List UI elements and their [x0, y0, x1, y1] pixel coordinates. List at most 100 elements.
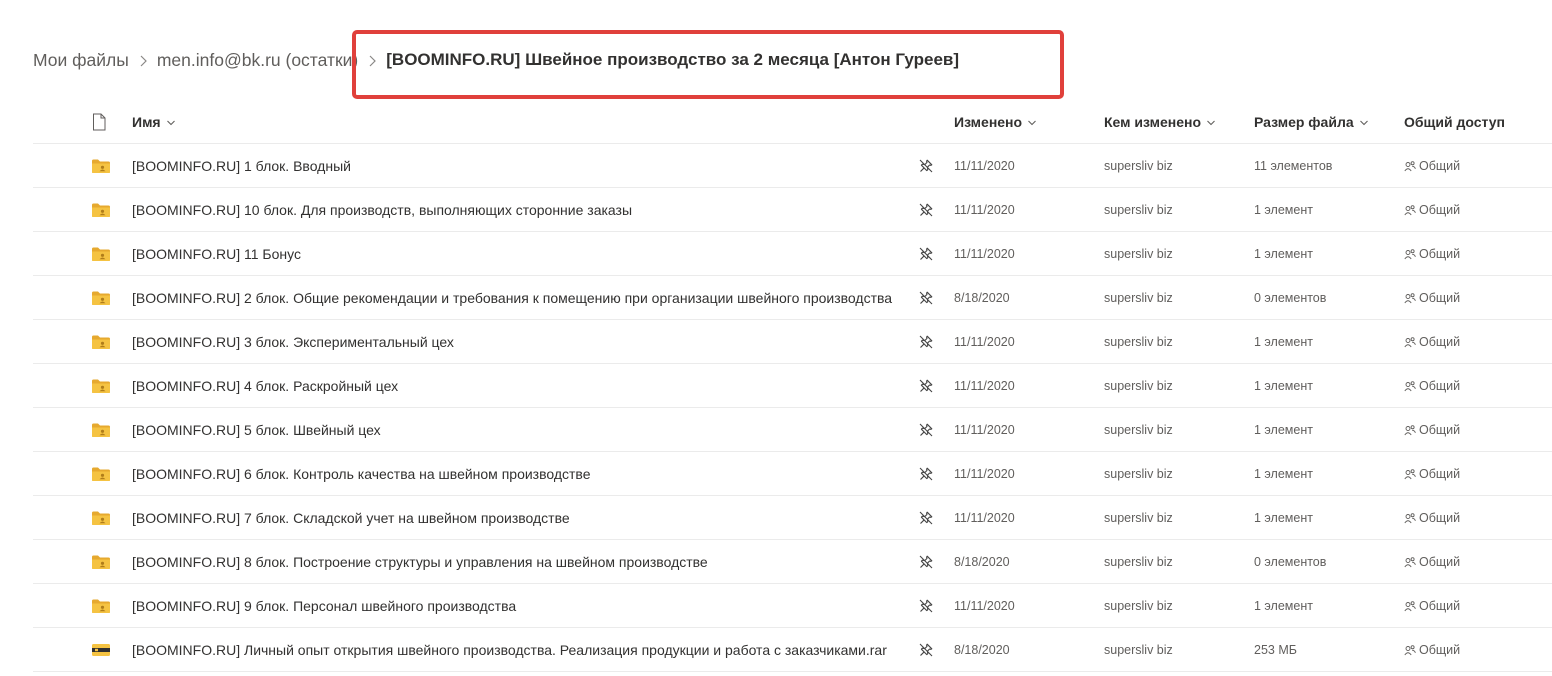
file-list-header: Имя Изменено Кем изменено Размер файла О… [33, 100, 1552, 144]
table-row[interactable]: [BOOMINFO.RU] 8 блок. Построение структу… [33, 540, 1552, 584]
file-name-link[interactable]: [BOOMINFO.RU] 8 блок. Построение структу… [132, 540, 708, 583]
pin-off-icon[interactable] [919, 144, 937, 187]
modified-by: supersliv biz [1104, 202, 1173, 217]
table-row[interactable]: [BOOMINFO.RU] 6 блок. Контроль качества … [33, 452, 1552, 496]
file-name-link[interactable]: [BOOMINFO.RU] 11 Бонус [132, 232, 301, 275]
pin-off-icon[interactable] [919, 540, 937, 583]
sharing-status-label: Общий [1419, 290, 1461, 305]
pin-off-icon[interactable] [919, 276, 937, 319]
table-row[interactable]: [BOOMINFO.RU] 7 блок. Складской учет на … [33, 496, 1552, 540]
shared-people-icon [1404, 600, 1416, 612]
modified-date: 11/11/2020 [954, 510, 1015, 525]
document-icon [93, 113, 106, 130]
table-row[interactable]: [BOOMINFO.RU] 9 блок. Персонал швейного … [33, 584, 1552, 628]
sharing-status[interactable]: Общий [1404, 628, 1460, 671]
modified-date: 11/11/2020 [954, 158, 1015, 173]
table-row[interactable]: [BOOMINFO.RU] 1 блок. Вводный 11/11/2020 s… [33, 144, 1552, 188]
shared-folder-icon [91, 276, 115, 319]
table-row[interactable]: [BOOMINFO.RU] 3 блок. Экспериментальный … [33, 320, 1552, 364]
modified-by: supersliv biz [1104, 290, 1173, 305]
column-header-modified-label: Изменено [954, 113, 1023, 130]
chevron-down-icon [1359, 114, 1369, 130]
file-size: 11 элементов [1254, 158, 1333, 173]
sharing-status[interactable]: Общий [1404, 584, 1460, 627]
breadcrumb-current-folder: [BOOMINFO.RU] Швейное производство за 2 … [386, 50, 960, 69]
shared-folder-icon [91, 320, 115, 363]
table-row[interactable]: [BOOMINFO.RU] Личный опыт открытия швейн… [33, 628, 1552, 672]
shared-folder-icon [91, 540, 115, 583]
sharing-status[interactable]: Общий [1404, 188, 1460, 231]
sharing-status-label: Общий [1419, 510, 1461, 525]
table-row[interactable]: [BOOMINFO.RU] 4 блок. Раскройный цех 11/1… [33, 364, 1552, 408]
file-name-link[interactable]: [BOOMINFO.RU] 6 блок. Контроль качества … [132, 452, 591, 495]
file-size: 1 элемент [1254, 598, 1313, 613]
sharing-status-label: Общий [1419, 378, 1461, 393]
file-size: 1 элемент [1254, 202, 1313, 217]
pin-off-icon[interactable] [919, 232, 937, 275]
shared-folder-icon [91, 188, 115, 231]
shared-people-icon [1404, 336, 1416, 348]
file-name-link[interactable]: [BOOMINFO.RU] 5 блок. Швейный цех [132, 408, 381, 451]
column-header-modified-by[interactable]: Кем изменено [1104, 100, 1216, 143]
table-row[interactable]: [BOOMINFO.RU] 2 блок. Общие рекомендации… [33, 276, 1552, 320]
shared-people-icon [1404, 248, 1416, 260]
table-row[interactable]: [BOOMINFO.RU] 5 блок. Швейный цех 11/11/2… [33, 408, 1552, 452]
chevron-right-icon [358, 50, 386, 71]
file-size: 1 элемент [1254, 422, 1313, 437]
sharing-status[interactable]: Общий [1404, 408, 1460, 451]
modified-by: supersliv biz [1104, 422, 1173, 437]
file-name-link[interactable]: [BOOMINFO.RU] 2 блок. Общие рекомендации… [132, 276, 892, 319]
table-row[interactable]: [BOOMINFO.RU] 11 Бонус 11/11/2020 supersli… [33, 232, 1552, 276]
chevron-down-icon [1206, 114, 1216, 130]
pin-off-icon[interactable] [919, 320, 937, 363]
pin-off-icon[interactable] [919, 496, 937, 539]
modified-date: 8/18/2020 [954, 554, 1010, 569]
pin-off-icon[interactable] [919, 364, 937, 407]
modified-by: supersliv biz [1104, 158, 1173, 173]
shared-people-icon [1404, 204, 1416, 216]
column-header-sharing[interactable]: Общий доступ [1404, 100, 1505, 143]
pin-off-icon[interactable] [919, 188, 937, 231]
shared-people-icon [1404, 644, 1416, 656]
shared-folder-icon [91, 408, 115, 451]
sharing-status-label: Общий [1419, 554, 1461, 569]
pin-off-icon[interactable] [919, 628, 937, 671]
column-header-size[interactable]: Размер файла [1254, 100, 1369, 143]
file-name-link[interactable]: [BOOMINFO.RU] 4 блок. Раскройный цех [132, 364, 398, 407]
sharing-status[interactable]: Общий [1404, 144, 1460, 187]
sharing-status-label: Общий [1419, 642, 1461, 657]
file-name-link[interactable]: [BOOMINFO.RU] 1 блок. Вводный [132, 144, 351, 187]
sharing-status-label: Общий [1419, 466, 1461, 481]
table-row[interactable]: [BOOMINFO.RU] 10 блок. Для производств, … [33, 188, 1552, 232]
sharing-status[interactable]: Общий [1404, 540, 1460, 583]
column-header-name[interactable]: Имя [132, 100, 176, 143]
file-name-link[interactable]: [BOOMINFO.RU] 3 блок. Экспериментальный … [132, 320, 454, 363]
pin-off-icon[interactable] [919, 584, 937, 627]
file-size: 1 элемент [1254, 378, 1313, 393]
file-name-link[interactable]: [BOOMINFO.RU] 10 блок. Для производств, … [132, 188, 632, 231]
modified-date: 11/11/2020 [954, 202, 1015, 217]
sharing-status[interactable]: Общий [1404, 232, 1460, 275]
file-name-link[interactable]: [BOOMINFO.RU] Личный опыт открытия швейн… [132, 628, 887, 671]
modified-by: supersliv biz [1104, 378, 1173, 393]
column-header-sharing-label: Общий доступ [1404, 113, 1505, 130]
file-size: 1 элемент [1254, 510, 1313, 525]
shared-folder-icon [91, 452, 115, 495]
file-name-link[interactable]: [BOOMINFO.RU] 9 блок. Персонал швейного … [132, 584, 516, 627]
archive-file-icon [91, 628, 115, 671]
sharing-status[interactable]: Общий [1404, 496, 1460, 539]
chevron-down-icon [166, 114, 176, 130]
sharing-status[interactable]: Общий [1404, 320, 1460, 363]
sharing-status[interactable]: Общий [1404, 364, 1460, 407]
column-header-modified[interactable]: Изменено [954, 100, 1037, 143]
file-name-link[interactable]: [BOOMINFO.RU] 7 блок. Складской учет на … [132, 496, 570, 539]
sharing-status[interactable]: Общий [1404, 452, 1460, 495]
sharing-status[interactable]: Общий [1404, 276, 1460, 319]
breadcrumb-item-account[interactable]: men.info@bk.ru (остатки) [157, 50, 358, 71]
pin-off-icon[interactable] [919, 452, 937, 495]
sharing-status-label: Общий [1419, 422, 1461, 437]
pin-off-icon[interactable] [919, 408, 937, 451]
modified-date: 8/18/2020 [954, 642, 1010, 657]
file-type-column-header[interactable] [91, 100, 115, 143]
breadcrumb-item-my-files[interactable]: Мои файлы [33, 50, 129, 71]
